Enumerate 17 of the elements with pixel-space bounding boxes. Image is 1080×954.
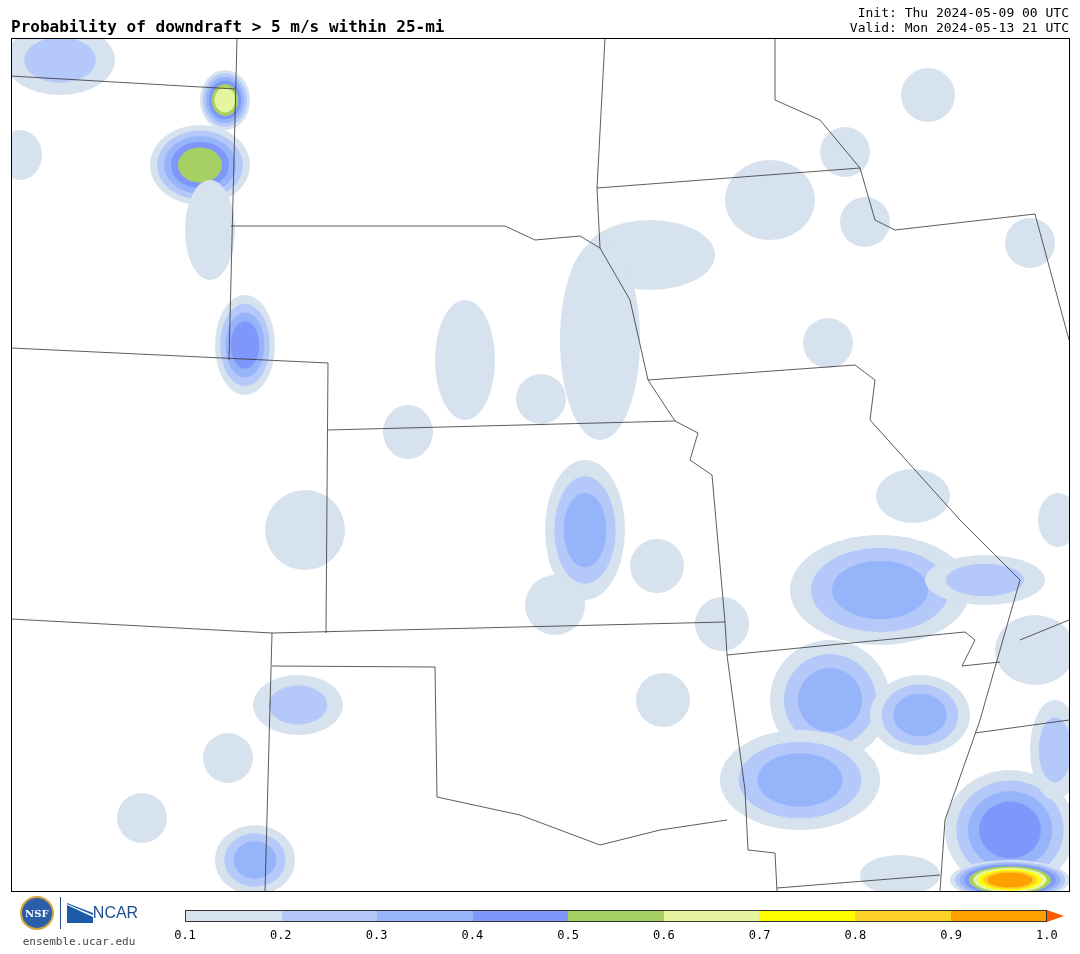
nsf-logo: NSF (19, 896, 54, 930)
ncar-logo: NCAR (92, 903, 139, 923)
chart-title: Probability of downdraft > 5 m/s within 25-mi (11, 19, 445, 35)
scale-label: 0.6 (652, 927, 676, 944)
ncar-logo-icon (66, 903, 93, 923)
scale-label: 0.7 (747, 927, 772, 944)
valid-time: Valid: Mon 2024-05-13 21 UTC (849, 20, 1069, 35)
scale-label: 0.9 (939, 927, 963, 944)
scale-label: 0.4 (460, 927, 485, 944)
scale-label: 0.8 (843, 927, 868, 944)
scale-label: 0.5 (556, 927, 580, 944)
site-url: ensemble.ucar.edu (22, 934, 136, 950)
scale-label: 0.1 (173, 927, 197, 944)
init-time: Init: Thu 2024-05-09 00 UTC (857, 5, 1069, 20)
scale-label: 0.3 (364, 927, 389, 944)
scale-label: 0.2 (268, 927, 293, 944)
scale-label: 1.0 (1035, 927, 1059, 944)
